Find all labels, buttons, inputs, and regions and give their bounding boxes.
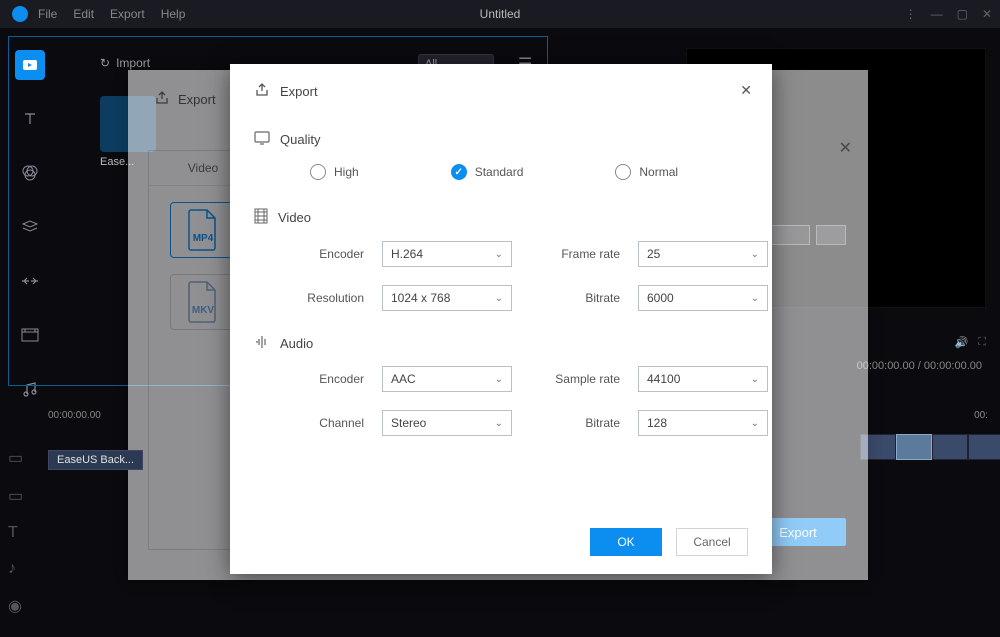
audio-track-icon[interactable]: ♪ <box>8 560 23 578</box>
window-title: Untitled <box>480 7 521 21</box>
video-section-label: Video <box>278 210 311 225</box>
audio-encoder-label: Encoder <box>278 372 364 386</box>
framerate-select[interactable]: 25⌄ <box>638 241 768 267</box>
track-icons: ▭ ▭ T ♪ ◉ <box>8 448 23 616</box>
import-button[interactable]: ↻ Import <box>100 56 150 70</box>
radio-icon <box>310 164 326 180</box>
timecode: 00:00:00.00 / 00:00:00.00 <box>857 360 982 372</box>
chevron-down-icon: ⌄ <box>751 374 759 385</box>
timeline-clip[interactable]: EaseUS Back... <box>48 450 143 470</box>
timeline-end: 00: <box>974 410 988 421</box>
samplerate-label: Sample rate <box>530 372 620 386</box>
menu-file[interactable]: File <box>38 7 57 21</box>
maximize-icon[interactable]: ▢ <box>957 7 968 21</box>
export-panel-title: Export <box>178 92 216 107</box>
timeline-thumbnail-strip[interactable] <box>860 434 1000 474</box>
framerate-label: Frame rate <box>530 247 620 261</box>
export-icon <box>254 82 270 101</box>
export-panel-close-icon[interactable]: ✕ <box>839 138 852 158</box>
menu-export[interactable]: Export <box>110 7 145 21</box>
timeline-start: 00:00:00.00 <box>48 410 101 421</box>
export-settings-modal: Export ✕ Quality High Standard Normal Vi… <box>230 64 772 574</box>
chevron-down-icon: ⌄ <box>751 418 759 429</box>
close-window-icon[interactable]: ✕ <box>982 7 992 21</box>
chevron-down-icon: ⌄ <box>751 249 759 260</box>
minimize-icon[interactable]: — <box>931 7 943 21</box>
menu-help[interactable]: Help <box>161 7 186 21</box>
settings-icon[interactable]: ⋮ <box>905 7 917 21</box>
chevron-down-icon: ⌄ <box>495 249 503 260</box>
quality-icon <box>254 131 270 148</box>
quality-high-radio[interactable]: High <box>310 164 359 180</box>
quality-standard-radio[interactable]: Standard <box>451 164 524 180</box>
chevron-down-icon: ⌄ <box>495 418 503 429</box>
video-icon <box>254 208 268 227</box>
chevron-down-icon: ⌄ <box>495 293 503 304</box>
audio-section-label: Audio <box>280 336 313 351</box>
lock-track-icon[interactable]: ▭ <box>8 486 23 506</box>
menu-edit[interactable]: Edit <box>73 7 94 21</box>
cancel-button[interactable]: Cancel <box>676 528 748 556</box>
ok-button[interactable]: OK <box>590 528 662 556</box>
titlebar: File Edit Export Help Untitled ⋮ — ▢ ✕ <box>0 0 1000 28</box>
volume-icon[interactable]: 🔊 <box>955 336 969 349</box>
video-bitrate-label: Bitrate <box>530 291 620 305</box>
radio-icon <box>615 164 631 180</box>
channel-select[interactable]: Stereo⌄ <box>382 410 512 436</box>
video-encoder-select[interactable]: H.264⌄ <box>382 241 512 267</box>
quality-normal-radio[interactable]: Normal <box>615 164 678 180</box>
video-bitrate-select[interactable]: 6000⌄ <box>638 285 768 311</box>
export-icon <box>154 90 170 109</box>
audio-bitrate-select[interactable]: 128⌄ <box>638 410 768 436</box>
chevron-down-icon: ⌄ <box>495 374 503 385</box>
resolution-select[interactable]: 1024 x 768⌄ <box>382 285 512 311</box>
audio-icon <box>254 335 270 352</box>
modal-close-icon[interactable]: ✕ <box>740 82 752 99</box>
audio-bitrate-label: Bitrate <box>530 416 620 430</box>
format-mp4[interactable]: MP4 <box>170 202 236 258</box>
format-mkv[interactable]: MKV <box>170 274 236 330</box>
import-icon: ↻ <box>100 56 110 70</box>
video-track-icon[interactable]: ▭ <box>8 448 23 468</box>
voice-track-icon[interactable]: ◉ <box>8 596 23 616</box>
modal-title: Export <box>280 84 318 99</box>
quality-label: Quality <box>280 132 320 147</box>
encoder-label: Encoder <box>278 247 364 261</box>
radio-checked-icon <box>451 164 467 180</box>
resolution-label: Resolution <box>278 291 364 305</box>
samplerate-select[interactable]: 44100⌄ <box>638 366 768 392</box>
text-track-icon[interactable]: T <box>8 524 23 542</box>
fullscreen-icon[interactable]: ⛶ <box>978 336 986 349</box>
chevron-down-icon: ⌄ <box>751 293 759 304</box>
workspace: ↻ Import All⌄ ☰ Ease... 🔊 ⛶ 00:00:00.00 … <box>0 28 1000 637</box>
channel-label: Channel <box>278 416 364 430</box>
audio-encoder-select[interactable]: AAC⌄ <box>382 366 512 392</box>
app-logo <box>12 6 28 22</box>
